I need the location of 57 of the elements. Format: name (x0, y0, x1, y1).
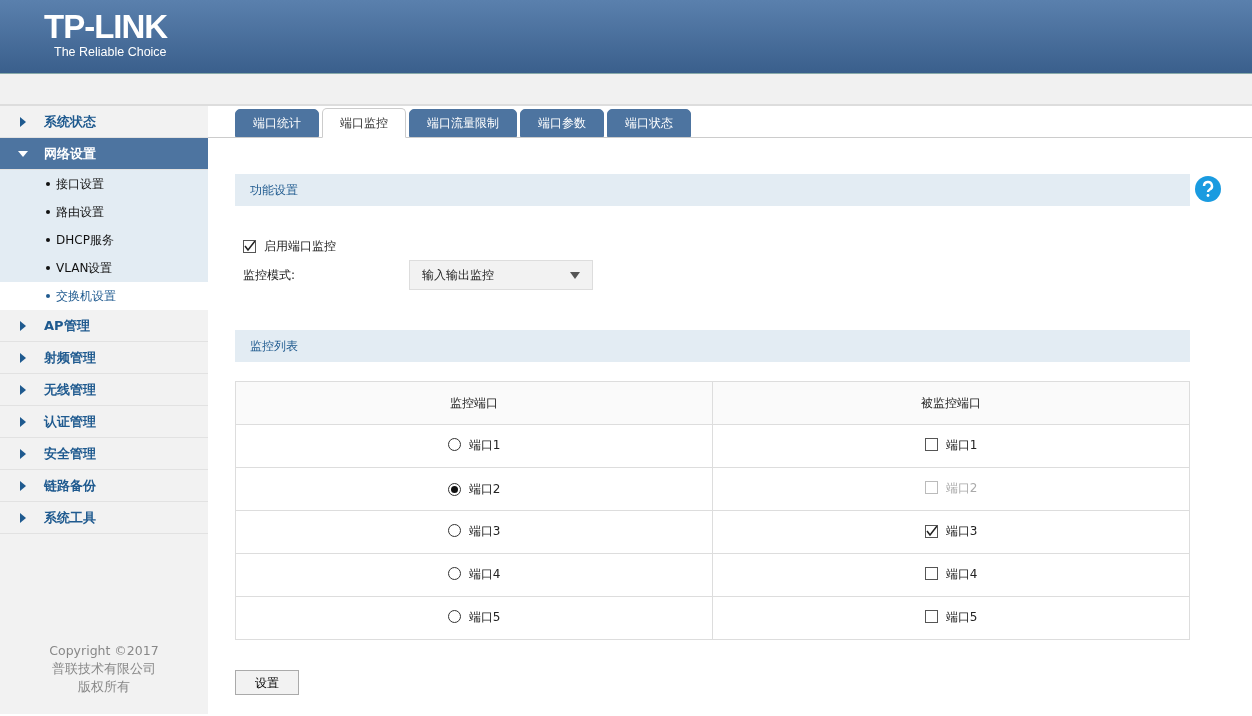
tab[interactable]: 端口监控 (322, 108, 406, 138)
checkbox[interactable] (243, 239, 256, 253)
sidebar-item[interactable]: 无线管理 (0, 374, 208, 406)
copyright-text: Copyright ©2017 (48, 642, 160, 660)
tab[interactable]: 端口状态 (607, 109, 691, 137)
help-icon[interactable] (1195, 176, 1221, 202)
tab[interactable]: 端口统计 (235, 109, 319, 137)
column-header: 被监控端口 (712, 381, 1190, 425)
sidebar-item[interactable]: 认证管理 (0, 406, 208, 438)
caret-right-icon (18, 352, 28, 363)
option-label: 端口5 (945, 608, 978, 626)
mode-dropdown[interactable]: 输入输出监控 (409, 260, 593, 290)
sidebar-subitem[interactable]: VLAN设置 (0, 254, 208, 282)
option-label: 端口3 (945, 523, 978, 541)
caret-right-icon (18, 448, 28, 459)
sidebar-subitem[interactable]: 接口设置 (0, 170, 208, 198)
save-button[interactable]: 设置 (235, 670, 299, 695)
option-label: 端口1 (945, 436, 978, 454)
caret-icon (570, 271, 580, 279)
sidebar-item[interactable]: 射频管理 (0, 342, 208, 374)
caret-right-icon (18, 384, 28, 395)
sidebar-item[interactable]: 系统工具 (0, 502, 208, 534)
mode-label: 监控模式: (243, 267, 297, 284)
sidebar-item[interactable]: AP管理 (0, 310, 208, 342)
copyright-text: 普联技术有限公司 (51, 660, 157, 678)
checkbox[interactable] (924, 438, 938, 452)
column-header: 监控端口 (235, 381, 713, 425)
caret-right-icon (18, 116, 28, 127)
section-title: 功能设置 (250, 182, 298, 199)
sidebar-subitem[interactable]: DHCP服务 (0, 226, 208, 254)
option-label: 端口4 (468, 565, 501, 583)
option-label: 端口2 (945, 479, 978, 497)
caret-right-icon (18, 416, 28, 427)
sidebar-subitem[interactable]: 路由设置 (0, 198, 208, 226)
caret-down-icon (18, 148, 28, 159)
sidebar-item[interactable]: 网络设置 (0, 138, 208, 170)
option-label: 端口2 (468, 481, 501, 499)
caret-right-icon (18, 512, 28, 523)
sidebar-item[interactable]: 安全管理 (0, 438, 208, 470)
option-label: 端口5 (468, 608, 501, 626)
checkbox-label: 启用端口监控 (264, 238, 336, 255)
checkbox[interactable] (924, 524, 938, 538)
caret-right-icon (18, 320, 28, 331)
logo: TP-LINK (44, 12, 168, 42)
copyright-text: 版权所有 (77, 678, 131, 696)
checkbox[interactable] (924, 610, 938, 624)
option-label: 端口4 (945, 565, 978, 583)
option-label: 端口3 (468, 522, 501, 540)
sidebar-subitem[interactable]: 交换机设置 (0, 282, 208, 310)
logo-tagline: The Reliable Choice (54, 44, 167, 61)
section-title: 监控列表 (250, 338, 298, 355)
option-label: 端口1 (468, 436, 501, 454)
sidebar-item[interactable]: 链路备份 (0, 470, 208, 502)
checkbox[interactable] (924, 567, 938, 581)
tab[interactable]: 端口参数 (520, 109, 604, 137)
tab[interactable]: 端口流量限制 (409, 109, 517, 137)
caret-right-icon (18, 480, 28, 491)
